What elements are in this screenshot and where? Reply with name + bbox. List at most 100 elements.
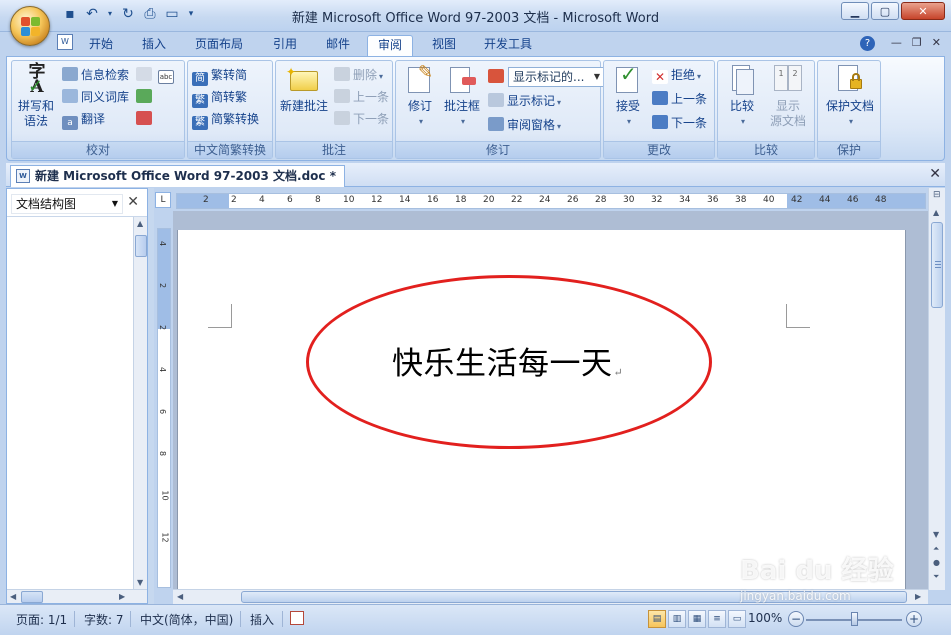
tab-selector-icon[interactable]: L xyxy=(155,192,171,208)
minimize-button[interactable]: ▁ xyxy=(841,2,869,20)
status-page[interactable]: 页面: 1/1 xyxy=(16,611,67,628)
close-document-tab-icon[interactable]: ✕ xyxy=(929,166,941,182)
ruler-tick-label: 34 xyxy=(679,195,691,205)
convert-button[interactable]: 繁简繁转换 xyxy=(192,109,259,130)
zoom-in-icon[interactable]: + xyxy=(906,611,922,627)
horizontal-ruler[interactable]: 2 2 4 6 8 10 12 14 16 18 20 22 24 26 28 30 32 34 36 38 40 42 4… xyxy=(176,193,926,209)
watermark-url: jingyan.baidu.com xyxy=(740,589,851,603)
chevron-down-icon: ▼ xyxy=(111,199,118,208)
compare-button[interactable]: 比较 ▾ xyxy=(722,65,762,129)
reject-button[interactable]: ✕ 拒绝 ▾ xyxy=(652,65,701,85)
doc-minimize-icon[interactable]: — xyxy=(891,36,902,49)
previous-change-button[interactable]: 上一条 xyxy=(652,89,707,109)
pane-splitter[interactable] xyxy=(148,188,154,604)
document-map-select[interactable]: 文档结构图 ▼ xyxy=(11,194,123,214)
draft-view-icon[interactable]: ▭ xyxy=(728,610,746,628)
scroll-up-icon[interactable]: ▲ xyxy=(933,208,939,217)
close-window-button[interactable]: ✕ xyxy=(901,2,945,20)
balloons-button[interactable]: 批注框 ▾ xyxy=(442,65,482,129)
ruler-tick-label: 16 xyxy=(427,195,439,205)
to-simplified-button[interactable]: 简繁转简 xyxy=(192,65,247,86)
scroll-left-icon[interactable]: ◀ xyxy=(10,592,16,601)
group-tracking-label: 修订 xyxy=(396,141,600,158)
maximize-button[interactable]: ▢ xyxy=(871,2,899,20)
research-button[interactable]: 信息检索 xyxy=(62,65,129,85)
delete-comment-button[interactable]: 删除 ▾ xyxy=(334,65,383,85)
ruler-tick-label: 2 xyxy=(231,195,237,205)
nav-horizontal-scrollbar[interactable]: ◀ ▶ xyxy=(7,589,147,603)
new-comment-small-button[interactable] xyxy=(136,87,155,107)
nav-vertical-scrollbar[interactable]: ▲ ▼ xyxy=(133,217,147,589)
doc-close-icon[interactable]: ✕ xyxy=(932,36,941,49)
previous-comment-button[interactable]: 上一条 xyxy=(334,87,389,107)
doc-restore-icon[interactable]: ❐ xyxy=(912,36,922,49)
scroll-up-icon[interactable]: ▲ xyxy=(137,219,143,228)
zoom-out-icon[interactable]: − xyxy=(788,611,804,627)
document-body-text[interactable]: 快乐生活每一天↵ xyxy=(392,338,623,383)
show-markup-label: 显示标记 xyxy=(507,94,556,108)
tab-mailings[interactable]: 邮件 xyxy=(316,35,360,56)
web-layout-view-icon[interactable]: ▦ xyxy=(688,610,706,628)
show-markup-button[interactable]: 显示标记 ▾ xyxy=(488,91,561,111)
status-insert-mode[interactable]: 插入 xyxy=(250,611,274,628)
group-compare: 比较 ▾ 1 2 显示 源文档 比较 xyxy=(717,60,815,159)
ruler-tick-label: 14 xyxy=(399,195,411,205)
thesaurus-icon xyxy=(62,89,78,103)
scroll-down-icon[interactable]: ▼ xyxy=(137,578,143,587)
thesaurus-label: 同义词库 xyxy=(81,90,130,104)
status-separator xyxy=(130,611,131,627)
view-buttons: ▤ ▥ ▦ ≡ ▭ xyxy=(648,610,746,628)
set-language-button[interactable] xyxy=(136,109,155,129)
document-tab[interactable]: W 新建 Microsoft Office Word 97-2003 文档.do… xyxy=(10,165,345,187)
tab-home[interactable]: 开始 xyxy=(79,35,123,56)
help-icon[interactable]: ? xyxy=(860,36,875,51)
to-traditional-icon: 繁 xyxy=(192,94,208,108)
zoom-level[interactable]: 100% xyxy=(748,611,782,625)
research-icon xyxy=(62,67,78,81)
tab-review[interactable]: 审阅 xyxy=(367,35,414,56)
close-pane-icon[interactable]: ✕ xyxy=(127,194,139,210)
status-word-count[interactable]: 字数: 7 xyxy=(84,611,124,628)
document-scroll-thumb[interactable] xyxy=(931,222,943,308)
tab-developer[interactable]: 开发工具 xyxy=(474,35,542,56)
status-language[interactable]: 中文(简体，中国) xyxy=(140,611,233,628)
show-source-button[interactable]: 1 2 显示 源文档 xyxy=(766,65,810,129)
office-button[interactable] xyxy=(10,6,50,46)
scroll-right-icon[interactable]: ▶ xyxy=(119,592,125,601)
macro-record-icon[interactable] xyxy=(290,611,304,625)
word-count-button[interactable] xyxy=(136,65,155,85)
nav-scroll-thumb[interactable] xyxy=(135,235,147,257)
protect-dropdown-icon: ▾ xyxy=(848,117,853,126)
scroll-left-icon[interactable]: ◀ xyxy=(177,592,183,601)
track-changes-button[interactable]: ✎ 修订 ▾ xyxy=(400,64,440,129)
tab-references[interactable]: 引用 xyxy=(263,35,307,56)
print-layout-view-icon[interactable]: ▤ xyxy=(648,610,666,628)
protect-document-button[interactable]: 保护文档 ▾ xyxy=(820,65,880,129)
next-change-button[interactable]: 下一条 xyxy=(652,113,707,133)
outline-view-icon[interactable]: ≡ xyxy=(708,610,726,628)
vertical-ruler[interactable]: 4 2 2 4 6 8 10 12 xyxy=(157,228,171,588)
document-vertical-scrollbar[interactable]: ⊟ ▲ ▼ ⏶ ● ⏷ xyxy=(928,188,945,590)
compare-dropdown-icon: ▾ xyxy=(740,117,745,126)
zoom-slider-thumb[interactable] xyxy=(851,612,858,626)
thesaurus-button[interactable]: 同义词库 xyxy=(62,87,129,107)
word-count-icon xyxy=(136,67,152,81)
accept-button[interactable]: ✓ 接受 ▾ xyxy=(608,64,648,129)
tab-view[interactable]: 视图 xyxy=(422,35,466,56)
full-screen-reading-view-icon[interactable]: ▥ xyxy=(668,610,686,628)
document-page[interactable]: 快乐生活每一天↵ xyxy=(177,230,906,590)
display-for-review-select[interactable]: 显示标记的... ▼ xyxy=(508,67,604,87)
tab-insert[interactable]: 插入 xyxy=(132,35,176,56)
translate-button[interactable]: a 翻译 xyxy=(62,109,105,130)
next-comment-button[interactable]: 下一条 xyxy=(334,109,389,129)
scroll-down-icon[interactable]: ▼ xyxy=(933,530,939,539)
reviewing-pane-button[interactable]: 审阅窗格 ▾ xyxy=(488,115,561,135)
tab-page-layout[interactable]: 页面布局 xyxy=(185,35,253,56)
abc-check-button[interactable]: abc xyxy=(158,63,177,84)
nav-hscroll-thumb[interactable] xyxy=(21,591,43,603)
new-comment-button[interactable]: ✦ 新建批注 xyxy=(278,65,330,114)
to-traditional-button[interactable]: 繁简转繁 xyxy=(192,87,247,108)
group-tracking: ✎ 修订 ▾ 批注框 ▾ 显示标记的... ▼ 显示标记 ▾ 审阅窗格 ▾ 修订 xyxy=(395,60,604,159)
spelling-grammar-button[interactable]: 字A ✓ 拼写和 语法 xyxy=(16,64,56,129)
ruler-toggle-icon[interactable]: ⊟ xyxy=(933,190,941,200)
